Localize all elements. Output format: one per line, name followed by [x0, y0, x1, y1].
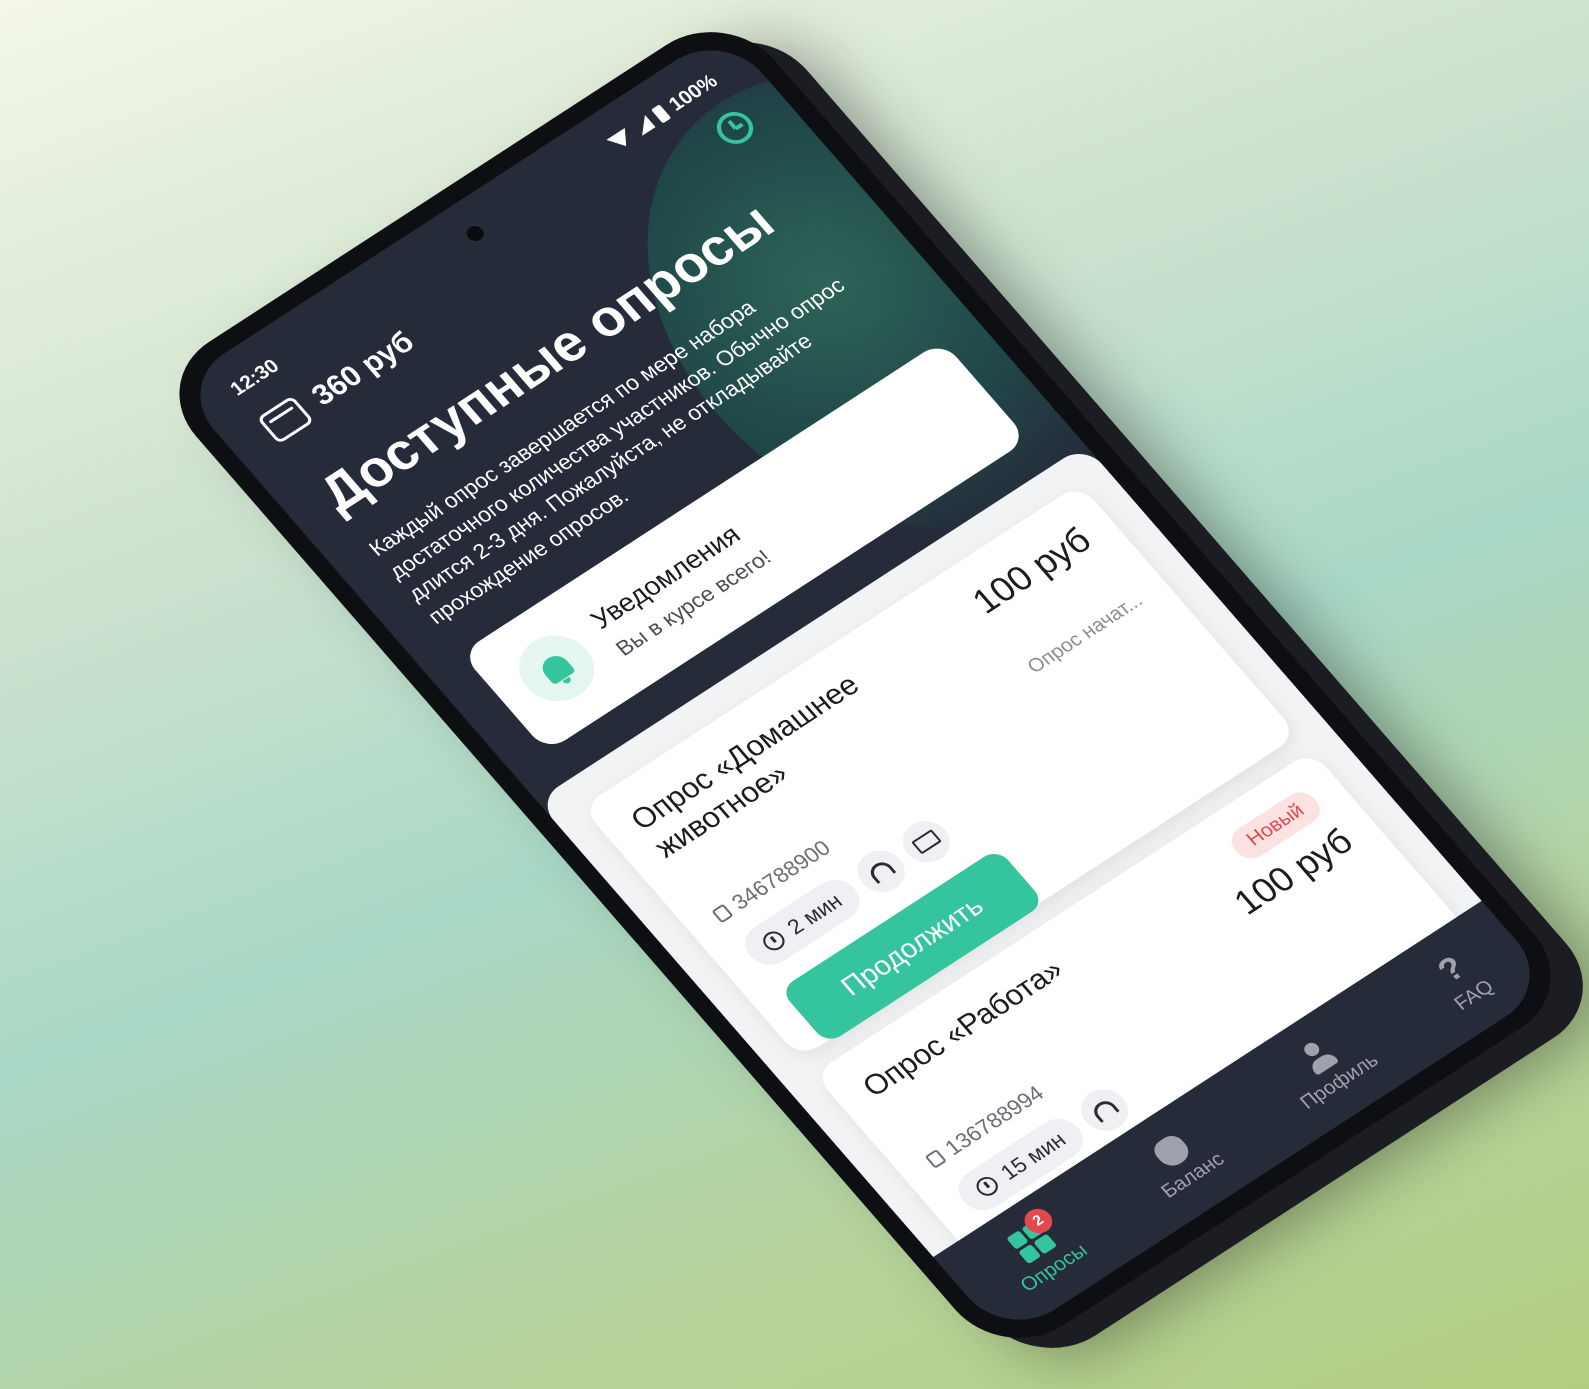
- monitor-icon: [911, 829, 942, 855]
- wifi-icon: [606, 128, 636, 153]
- status-time: 12:30: [225, 355, 284, 400]
- headphones-icon: [1089, 1097, 1120, 1123]
- timer-icon: [972, 1173, 1003, 1200]
- app-screen: 12:30 100% 360 руб Доступные опросы Кажд…: [175, 29, 1555, 1341]
- copy-icon: [711, 903, 734, 924]
- wallet-icon: [256, 395, 315, 445]
- nav-item-profile[interactable]: Профиль: [1270, 1020, 1383, 1114]
- nav-item-balance[interactable]: Баланс: [1133, 1121, 1229, 1203]
- timer-icon: [758, 927, 789, 954]
- signal-icon: [631, 114, 656, 136]
- battery-icon: [650, 104, 672, 124]
- nav-item-surveys[interactable]: 2 Опросы: [989, 1203, 1092, 1297]
- bell-icon: [537, 651, 577, 686]
- audio-chip: [848, 842, 915, 900]
- notifications-text: Уведомления Вы в курсе всего!: [585, 515, 777, 661]
- survey-price: 100 руб: [963, 519, 1099, 622]
- copy-icon: [924, 1148, 947, 1169]
- headphones-icon: [865, 858, 897, 885]
- question-icon: ?: [1429, 948, 1473, 990]
- bell-icon-wrap: [504, 622, 610, 715]
- video-chip: [893, 813, 960, 871]
- duration-value: 2 мин: [782, 888, 848, 940]
- phone-device: 12:30 100% 360 руб Доступные опросы Кажд…: [148, 5, 1582, 1365]
- nav-item-faq[interactable]: ? FAQ: [1423, 945, 1498, 1015]
